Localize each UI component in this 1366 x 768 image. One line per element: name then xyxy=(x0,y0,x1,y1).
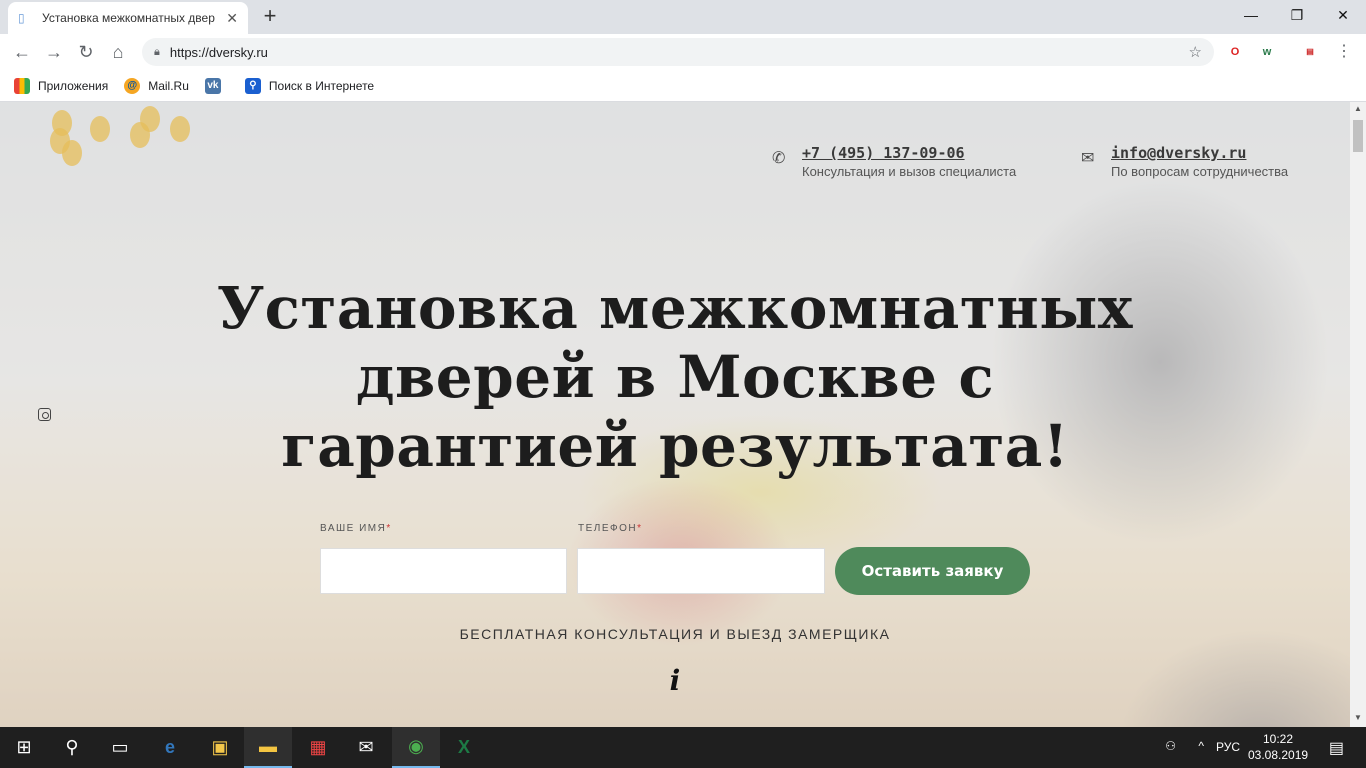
phone-label: ТЕЛЕФОН* xyxy=(578,523,643,534)
task-view-icon[interactable]: ▭ xyxy=(96,727,144,768)
browser-tab-strip: ▯ Установка межкомнатных двер ✕ + — ❐ ✕ xyxy=(0,0,1366,34)
mail-icon: ✉ xyxy=(1081,150,1095,167)
minimize-button[interactable]: — xyxy=(1228,0,1274,30)
excel-icon[interactable]: X xyxy=(440,727,488,768)
name-label: ВАШЕ ИМЯ* xyxy=(320,523,392,534)
consultation-text: БЕСПЛАТНАЯ КОНСУЛЬТАЦИЯ И ВЫЕЗД ЗАМЕРЩИК… xyxy=(459,626,891,642)
mail-icon[interactable]: ✉ xyxy=(342,727,390,768)
apps-grid-icon xyxy=(14,77,30,94)
submit-request-button[interactable]: Оставить заявку xyxy=(835,547,1030,595)
phone-link[interactable]: +7 (495) 137-09-06 xyxy=(802,144,965,162)
menu-icon[interactable]: ⋮ xyxy=(1334,42,1354,62)
scroll-down-icon[interactable]: ▼ xyxy=(1350,713,1366,727)
opera-extension-icon[interactable]: O xyxy=(1225,42,1245,62)
people-icon[interactable]: ⚇ xyxy=(1165,739,1176,753)
notification-icon[interactable]: ▤ xyxy=(1329,738,1344,758)
browser-toolbar: ← → ↻ ⌂ 🔒︎ https://dversky.ru ☆ O w ▤ ⋮ xyxy=(0,34,1366,70)
clock-time: 10:22 xyxy=(1262,732,1294,746)
address-bar[interactable]: 🔒︎ https://dversky.ru ☆ xyxy=(142,38,1214,66)
page-title: Установка межкомнатных дверей в Москве с… xyxy=(217,274,1133,480)
reload-button[interactable]: ↻ xyxy=(74,40,98,64)
language-indicator[interactable]: РУС xyxy=(1216,740,1240,754)
chevron-up-icon[interactable]: ^ xyxy=(1198,739,1204,753)
edge-icon[interactable]: e xyxy=(146,727,194,768)
page-hero: ✆ +7 (495) 137-09-06 Консультация и вызо… xyxy=(0,102,1350,727)
instagram-icon[interactable] xyxy=(38,408,51,421)
close-window-button[interactable]: ✕ xyxy=(1320,0,1366,30)
name-input[interactable] xyxy=(320,548,567,594)
clock-date: 03.08.2019 xyxy=(1248,748,1309,762)
bookmark-label: Mail.Ru xyxy=(148,78,189,93)
bookmark-label: Приложения xyxy=(38,78,109,93)
browser-tab[interactable]: ▯ Установка межкомнатных двер ✕ xyxy=(8,2,248,34)
url-text: https://dversky.ru xyxy=(169,44,268,60)
store-icon[interactable]: ▣ xyxy=(196,727,244,768)
scroll-thumb[interactable] xyxy=(1353,120,1363,152)
restore-button[interactable]: ❐ xyxy=(1274,0,1320,30)
phone-icon: ✆ xyxy=(772,150,786,167)
email-link[interactable]: info@dversky.ru xyxy=(1111,144,1246,162)
bookmark-search[interactable]: ⚲ Поиск в Интернете xyxy=(244,77,375,94)
phone-input[interactable] xyxy=(577,548,825,594)
mailru-icon: @ xyxy=(124,77,141,94)
close-tab-icon[interactable]: ✕ xyxy=(226,10,238,27)
chrome-icon[interactable]: ◉ xyxy=(392,727,440,768)
bookmark-mailru[interactable]: @ Mail.Ru xyxy=(124,77,189,94)
new-tab-button[interactable]: + xyxy=(258,4,282,28)
w-extension-icon[interactable]: w xyxy=(1257,42,1277,62)
back-button[interactable]: ← xyxy=(10,40,34,64)
bookmark-apps[interactable]: Приложения xyxy=(14,77,109,94)
search-icon: ⚲ xyxy=(244,77,261,94)
eldorado-extension-icon[interactable]: ▤ xyxy=(1300,42,1320,62)
scroll-up-icon[interactable]: ▲ xyxy=(1350,104,1366,118)
tab-title: Установка межкомнатных двер xyxy=(42,11,215,25)
start-button[interactable]: ⊞ xyxy=(0,727,48,768)
bookmarks-bar: Приложения @ Mail.Ru vk ⚲ Поиск в Интерн… xyxy=(0,70,1366,102)
search-icon[interactable]: ⚲ xyxy=(48,727,96,768)
bokeh-decoration xyxy=(44,106,194,166)
forward-button[interactable]: → xyxy=(42,40,66,64)
file-explorer-icon[interactable]: ▬ xyxy=(244,727,292,768)
gift-icon[interactable]: ▦ xyxy=(294,727,342,768)
lock-icon: 🔒︎ xyxy=(154,45,160,58)
page-scrollbar[interactable]: ▲ ▼ xyxy=(1350,102,1366,727)
clock[interactable]: 10:22 03.08.2019 xyxy=(1248,731,1308,763)
document-icon: ▯ xyxy=(18,11,25,25)
bookmark-label: Поиск в Интернете xyxy=(268,78,375,93)
home-button[interactable]: ⌂ xyxy=(106,40,130,64)
email-caption: По вопросам сотрудничества xyxy=(1111,164,1289,179)
windows-taskbar: ⊞ ⚲ ▭ e ▣ ▬ ▦ ✉ ◉ X ⚇ ^ РУС 10:22 03.08.… xyxy=(0,727,1366,768)
phone-caption: Консультация и вызов специалиста xyxy=(802,164,1017,179)
bookmark-star-icon[interactable]: ☆ xyxy=(1189,43,1202,61)
vk-icon: vk xyxy=(204,77,221,94)
bookmark-vk[interactable]: vk xyxy=(204,77,229,94)
info-icon[interactable]: i xyxy=(665,664,685,697)
